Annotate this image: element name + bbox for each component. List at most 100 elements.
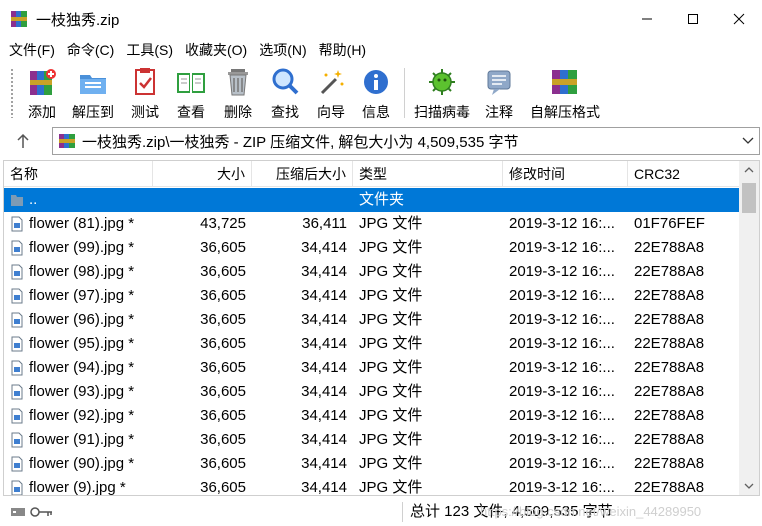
file-list[interactable]: 名称 大小 压缩后大小 类型 修改时间 CRC32 .. 文件夹 flower (8… — [3, 160, 760, 496]
info-icon — [359, 66, 393, 98]
key-icon[interactable] — [30, 505, 54, 519]
title-bar: 一枝独秀.zip — [0, 0, 762, 38]
delete-label: 删除 — [224, 104, 252, 120]
menu-options[interactable]: 选项(N) — [256, 40, 309, 60]
file-row[interactable]: flower (97).jpg * 36,605 34,414 JPG 文件 2019-… — [4, 284, 739, 308]
test-button[interactable]: 测试 — [122, 62, 168, 124]
cell-size: 36,605 — [200, 383, 246, 400]
cell-packed: 34,414 — [301, 263, 347, 280]
file-name: flower (99).jpg * — [29, 239, 135, 256]
cell-size: 36,605 — [200, 455, 246, 472]
column-header-name[interactable]: 名称 — [4, 161, 153, 187]
cell-packed: 34,414 — [301, 455, 347, 472]
folder-up-icon — [11, 195, 23, 206]
add-icon — [25, 66, 59, 98]
sfx-archive-icon — [548, 66, 582, 98]
scroll-up-arrow-icon[interactable] — [739, 161, 759, 179]
close-button[interactable] — [716, 0, 762, 38]
menu-tools[interactable]: 工具(S) — [123, 40, 176, 60]
file-rows: .. 文件夹 flower (81).jpg * 43,725 36,411 JPG 文件… — [4, 188, 739, 496]
cell-crc: 22E788A8 — [634, 335, 705, 352]
image-file-icon — [11, 384, 23, 400]
toolbar-grip[interactable] — [10, 68, 14, 118]
up-one-level-button[interactable] — [0, 126, 46, 156]
wizard-button[interactable]: 向导 — [308, 62, 354, 124]
column-header-modified[interactable]: 修改时间 — [503, 161, 628, 187]
wizard-label: 向导 — [317, 104, 345, 120]
file-row[interactable]: flower (95).jpg * 36,605 34,414 JPG 文件 2019-… — [4, 332, 739, 356]
address-bar[interactable]: 一枝独秀.zip\一枝独秀 - ZIP 压缩文件, 解包大小为 4,509,53… — [52, 127, 760, 155]
parent-folder-row[interactable]: .. 文件夹 — [4, 188, 739, 212]
file-name: flower (81).jpg * — [29, 215, 135, 232]
vertical-scrollbar[interactable] — [739, 161, 759, 495]
file-row[interactable]: flower (94).jpg * 36,605 34,414 JPG 文件 2019-… — [4, 356, 739, 380]
column-header-size[interactable]: 大小 — [153, 161, 252, 187]
image-file-icon — [11, 480, 23, 495]
cell-name: flower (98).jpg * — [4, 260, 153, 284]
file-row[interactable]: flower (96).jpg * 36,605 34,414 JPG 文件 2019-… — [4, 308, 739, 332]
chevron-down-icon[interactable] — [741, 133, 755, 149]
maximize-button[interactable] — [670, 0, 716, 38]
column-header-type[interactable]: 类型 — [353, 161, 503, 187]
file-row[interactable]: flower (98).jpg * 36,605 34,414 JPG 文件 2019-… — [4, 260, 739, 284]
sfx-button[interactable]: 自解压格式 — [525, 62, 605, 124]
cell-packed: 34,414 — [301, 383, 347, 400]
extract-to-label: 解压到 — [72, 104, 114, 120]
file-row[interactable]: flower (9).jpg * 36,605 34,414 JPG 文件 2019-3… — [4, 476, 739, 496]
cell-name: flower (92).jpg * — [4, 404, 153, 428]
view-button[interactable]: 查看 — [168, 62, 214, 124]
virus-scan-button[interactable]: 扫描病毒 — [411, 62, 473, 124]
cell-modified: 2019-3-12 16:... — [509, 407, 615, 424]
column-header-crc[interactable]: CRC32 — [628, 161, 739, 187]
file-name: flower (92).jpg * — [29, 407, 135, 424]
extract-to-button[interactable]: 解压到 — [64, 62, 122, 124]
cell-name: flower (97).jpg * — [4, 284, 153, 308]
file-row[interactable]: flower (93).jpg * 36,605 34,414 JPG 文件 2019-… — [4, 380, 739, 404]
scrollbar-thumb[interactable] — [742, 183, 756, 213]
comment-button[interactable]: 注释 — [473, 62, 525, 124]
file-name: flower (97).jpg * — [29, 287, 135, 304]
column-header-packed[interactable]: 压缩后大小 — [252, 161, 353, 187]
image-file-icon — [11, 456, 23, 472]
address-text: 一枝独秀.zip\一枝独秀 - ZIP 压缩文件, 解包大小为 4,509,53… — [82, 133, 519, 151]
cell-modified — [503, 188, 628, 212]
cell-crc: 22E788A8 — [634, 359, 705, 376]
menu-commands[interactable]: 命令(C) — [64, 40, 117, 60]
cell-size: 43,725 — [200, 215, 246, 232]
info-button[interactable]: 信息 — [354, 62, 398, 124]
menu-favorites[interactable]: 收藏夹(O) — [182, 40, 250, 60]
cell-modified: 2019-3-12 16:... — [509, 335, 615, 352]
extract-to-icon — [76, 66, 110, 98]
view-label: 查看 — [177, 104, 205, 120]
cell-packed: 34,414 — [301, 479, 347, 496]
cell-modified: 2019-3-12 16:... — [509, 239, 615, 256]
cell-crc: 22E788A8 — [634, 263, 705, 280]
menu-file[interactable]: 文件(F) — [6, 40, 58, 60]
cell-modified: 2019-3-12 16:... — [509, 455, 615, 472]
image-file-icon — [11, 408, 23, 424]
cell-modified: 2019-3-12 16:... — [509, 287, 615, 304]
image-file-icon — [11, 432, 23, 448]
file-row[interactable]: flower (81).jpg * 43,725 36,411 JPG 文件 2019-… — [4, 212, 739, 236]
find-button[interactable]: 查找 — [262, 62, 308, 124]
cell-type: JPG 文件 — [359, 311, 423, 328]
cell-modified: 2019-3-12 16:... — [509, 263, 615, 280]
menu-help[interactable]: 帮助(H) — [316, 40, 369, 60]
file-row[interactable]: flower (91).jpg * 36,605 34,414 JPG 文件 2019-… — [4, 428, 739, 452]
add-button[interactable]: 添加 — [20, 62, 64, 124]
file-row[interactable]: flower (99).jpg * 36,605 34,414 JPG 文件 2019-… — [4, 236, 739, 260]
cell-crc: 22E788A8 — [634, 407, 705, 424]
cell-crc: 22E788A8 — [634, 287, 705, 304]
image-file-icon — [11, 336, 23, 352]
scroll-down-arrow-icon[interactable] — [739, 477, 759, 495]
file-name: flower (94).jpg * — [29, 359, 135, 376]
cell-name: flower (99).jpg * — [4, 236, 153, 260]
file-row[interactable]: flower (90).jpg * 36,605 34,414 JPG 文件 2019-… — [4, 452, 739, 476]
minimize-button[interactable] — [624, 0, 670, 38]
drive-icon[interactable] — [10, 505, 26, 519]
image-file-icon — [11, 360, 23, 376]
file-name: flower (96).jpg * — [29, 311, 135, 328]
delete-button[interactable]: 删除 — [214, 62, 262, 124]
file-row[interactable]: flower (92).jpg * 36,605 34,414 JPG 文件 2019-… — [4, 404, 739, 428]
winrar-app-icon[interactable] — [10, 10, 28, 28]
